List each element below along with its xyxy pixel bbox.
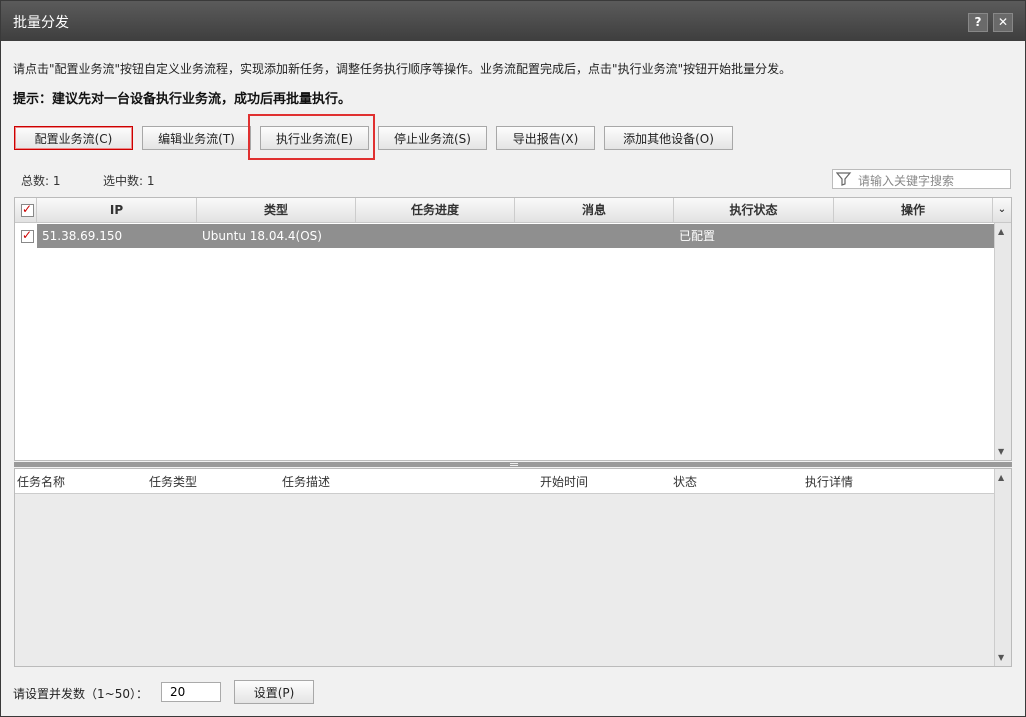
export-report-button[interactable]: 导出报告(X) bbox=[496, 126, 595, 150]
scroll-down-arrow-icon[interactable]: ▼ bbox=[998, 653, 1004, 662]
column-progress[interactable]: 任务进度 bbox=[356, 198, 515, 222]
column-action[interactable]: 操作 bbox=[834, 198, 993, 222]
selected-count: 选中数: 1 bbox=[103, 174, 155, 188]
splitter-grip-icon bbox=[510, 463, 518, 466]
table-row[interactable]: 51.38.69.150 Ubuntu 18.04.4(OS) 已配置 bbox=[15, 224, 994, 248]
search-box[interactable]: 请输入关键字搜索 bbox=[832, 169, 1011, 189]
column-task-name[interactable]: 任务名称 bbox=[17, 473, 65, 490]
dialog-title: 批量分发 bbox=[13, 15, 69, 31]
help-button[interactable]: ? bbox=[968, 13, 988, 32]
column-execution-details[interactable]: 执行详情 bbox=[805, 473, 853, 490]
column-task-description[interactable]: 任务描述 bbox=[282, 473, 330, 490]
total-count: 总数: 1 bbox=[21, 174, 61, 188]
instruction-text: 请点击"配置业务流"按钮自定义业务流程，实现添加新任务，调整任务执行顺序等操作。… bbox=[13, 62, 792, 76]
task-table-scrollbar[interactable]: ▲ ▼ bbox=[994, 469, 1011, 666]
column-chooser-icon[interactable]: ⌄ bbox=[993, 198, 1011, 222]
add-other-device-button[interactable]: 添加其他设备(O) bbox=[604, 126, 733, 150]
column-task-type[interactable]: 任务类型 bbox=[149, 473, 197, 490]
search-input[interactable]: 请输入关键字搜索 bbox=[858, 172, 954, 189]
close-button[interactable]: ✕ bbox=[993, 13, 1013, 32]
concurrency-label: 请设置并发数（1~50）： bbox=[13, 687, 148, 701]
cell-status: 已配置 bbox=[679, 229, 716, 243]
column-message[interactable]: 消息 bbox=[515, 198, 674, 222]
column-start-time[interactable]: 开始时间 bbox=[540, 473, 588, 490]
column-ip[interactable]: IP bbox=[37, 198, 197, 222]
device-table: IP 类型 任务进度 消息 执行状态 操作 ⌄ 51.38.69.150 Ubu… bbox=[14, 197, 1012, 461]
title-bar[interactable]: 批量分发 ? ✕ bbox=[1, 1, 1025, 41]
concurrency-input[interactable] bbox=[161, 682, 221, 702]
checkbox-column bbox=[15, 198, 37, 222]
device-table-header: IP 类型 任务进度 消息 执行状态 操作 ⌄ bbox=[15, 198, 1011, 223]
stop-workflow-button[interactable]: 停止业务流(S) bbox=[378, 126, 487, 150]
column-task-status[interactable]: 状态 bbox=[673, 473, 697, 490]
device-table-scrollbar[interactable]: ▲ ▼ bbox=[994, 223, 1011, 460]
column-status[interactable]: 执行状态 bbox=[674, 198, 834, 222]
hint-text: 提示：建议先对一台设备执行业务流，成功后再批量执行。 bbox=[13, 92, 352, 107]
scroll-up-arrow-icon[interactable]: ▲ bbox=[998, 227, 1004, 236]
filter-icon bbox=[835, 172, 852, 189]
column-type[interactable]: 类型 bbox=[197, 198, 356, 222]
task-table: 任务名称 任务类型 任务描述 开始时间 状态 执行详情 ▲ ▼ bbox=[14, 468, 1012, 667]
scroll-up-arrow-icon[interactable]: ▲ bbox=[998, 473, 1004, 482]
set-concurrency-button[interactable]: 设置(P) bbox=[234, 680, 314, 704]
row-checkbox[interactable] bbox=[21, 228, 34, 243]
cell-ip: 51.38.69.150 bbox=[42, 229, 123, 243]
task-table-header: 任务名称 任务类型 任务描述 开始时间 状态 执行详情 bbox=[15, 469, 994, 494]
scroll-down-arrow-icon[interactable]: ▼ bbox=[998, 447, 1004, 456]
edit-workflow-button[interactable]: 编辑业务流(T) bbox=[142, 126, 251, 150]
configure-workflow-button[interactable]: 配置业务流(C) bbox=[14, 126, 133, 150]
execute-highlight-box bbox=[248, 114, 375, 160]
batch-distribution-dialog: 批量分发 ? ✕ 请点击"配置业务流"按钮自定义业务流程，实现添加新任务，调整任… bbox=[0, 0, 1026, 717]
cell-type: Ubuntu 18.04.4(OS) bbox=[202, 229, 322, 243]
panel-splitter[interactable] bbox=[14, 462, 1012, 467]
